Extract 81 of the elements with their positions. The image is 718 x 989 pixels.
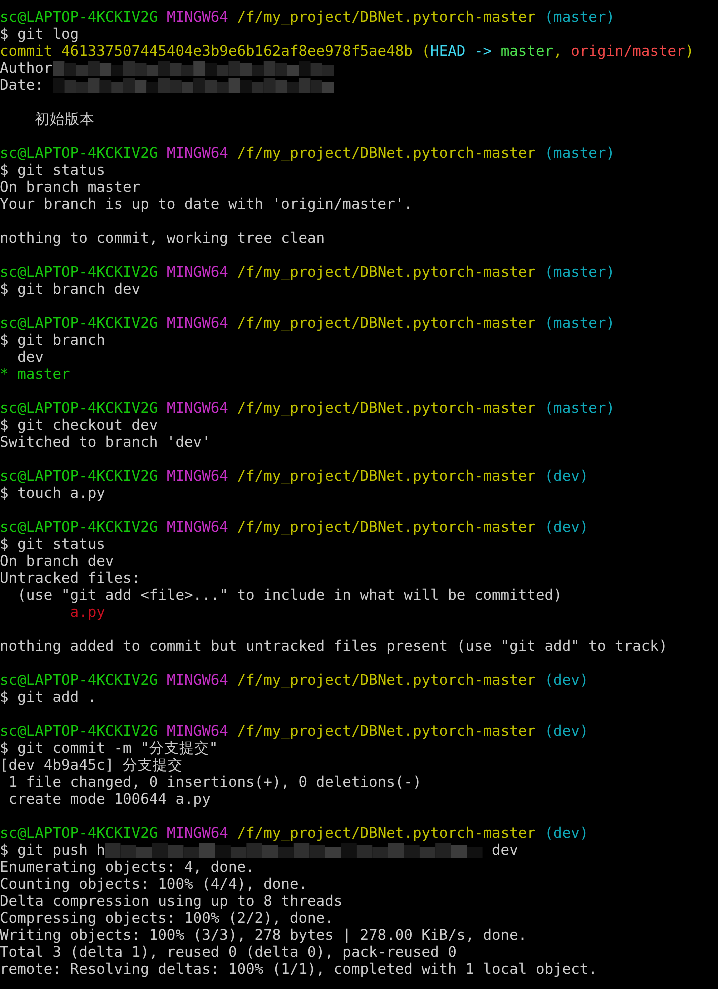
command-text: $ git checkout dev [0, 417, 158, 434]
prompt-path: /f/my_project/DBNet.pytorch-master [237, 825, 536, 842]
output-text: Total 3 (delta 1), reused 0 (delta 0), pack-reused 0 [0, 944, 457, 961]
prompt-path: /f/my_project/DBNet.pytorch-master [237, 519, 536, 536]
prompt-user-host: sc@LAPTOP-4KCKIV2G [0, 400, 158, 417]
output-text: Counting objects: 100% (4/4), done. [0, 876, 308, 893]
prompt-user-host: sc@LAPTOP-4KCKIV2G [0, 672, 158, 689]
prompt-user-host: sc@LAPTOP-4KCKIV2G [0, 723, 158, 740]
prompt-path: /f/my_project/DBNet.pytorch-master [237, 264, 536, 281]
prompt-system: MINGW64 [166, 672, 228, 689]
command-text: $ git push h [0, 842, 106, 859]
output-text: nothing added to commit but untracked files present (use "git add" to track) [0, 638, 668, 655]
output-text: Compressing objects: 100% (2/2), done. [0, 910, 334, 927]
prompt-path: /f/my_project/DBNet.pytorch-master [237, 400, 536, 417]
prompt-user-host: sc@LAPTOP-4KCKIV2G [0, 519, 158, 536]
command-text: $ git status [0, 536, 106, 553]
command-text: $ git add . [0, 689, 97, 706]
output-text: (use "git add <file>..." to include in what will be committed) [16, 587, 562, 604]
prompt-system: MINGW64 [166, 468, 228, 485]
current-branch-text: * master [0, 366, 70, 383]
head-ref-text: HEAD -> [430, 43, 494, 60]
output-text: Enumerating objects: 4, done. [0, 859, 255, 876]
prompt-system: MINGW64 [166, 145, 228, 162]
command-text: $ git log [0, 26, 80, 43]
commit-text: ) [685, 43, 694, 60]
command-text: $ git branch [0, 332, 106, 349]
prompt-branch: (master) [544, 9, 616, 26]
prompt-branch: (dev) [544, 519, 589, 536]
output-text: On branch dev [0, 553, 114, 570]
output-text: [dev 4b9a45c] 分支提交 [0, 757, 184, 774]
prompt-user-host: sc@LAPTOP-4KCKIV2G [0, 825, 158, 842]
output-text: 初始版本 [34, 111, 96, 128]
prompt-branch: (master) [544, 400, 616, 417]
prompt-path: /f/my_project/DBNet.pytorch-master [237, 468, 536, 485]
prompt-system: MINGW64 [166, 519, 228, 536]
prompt-path: /f/my_project/DBNet.pytorch-master [237, 145, 536, 162]
commit-text: commit 461337507445404e3b9e6b162af8ee978f5ae48b ( [0, 43, 431, 60]
prompt-system: MINGW64 [166, 315, 228, 332]
output-text: remote: Resolving deltas: 100% (1/1), completed with 1 local object. [0, 961, 598, 978]
command-text: $ git branch dev [0, 281, 141, 298]
prompt-system: MINGW64 [166, 400, 228, 417]
output-text: Your branch is up to date with 'origin/master'. [0, 196, 413, 213]
output-text: nothing to commit, working tree clean [0, 230, 326, 247]
prompt-path: /f/my_project/DBNet.pytorch-master [237, 9, 536, 26]
prompt-user-host: sc@LAPTOP-4KCKIV2G [0, 264, 158, 281]
prompt-user-host: sc@LAPTOP-4KCKIV2G [0, 145, 158, 162]
prompt-branch: (master) [544, 264, 616, 281]
output-text: dev [491, 842, 518, 859]
command-text: $ git commit -m "分支提交" [0, 740, 218, 757]
command-text: $ touch a.py [0, 485, 106, 502]
output-text: Author [0, 60, 53, 77]
output-text: Untracked files: [0, 570, 141, 587]
output-text: create mode 100644 a.py [8, 791, 211, 808]
commit-text: , [554, 43, 564, 60]
branch-ref-text: master [500, 43, 554, 60]
prompt-branch: (dev) [544, 723, 589, 740]
remote-ref-text: origin/master [571, 43, 686, 60]
output-text: On branch master [0, 179, 141, 196]
prompt-system: MINGW64 [166, 825, 228, 842]
output-text: Switched to branch 'dev' [0, 434, 211, 451]
prompt-user-host: sc@LAPTOP-4KCKIV2G [0, 315, 158, 332]
output-text: 1 file changed, 0 insertions(+), 0 deletions(-) [8, 774, 422, 791]
prompt-branch: (dev) [544, 468, 589, 485]
prompt-branch: (master) [544, 315, 616, 332]
command-text: $ git status [0, 162, 106, 179]
prompt-path: /f/my_project/DBNet.pytorch-master [237, 672, 536, 689]
prompt-system: MINGW64 [166, 264, 228, 281]
prompt-branch: (dev) [544, 825, 589, 842]
output-text: Date: [0, 77, 45, 94]
prompt-user-host: sc@LAPTOP-4KCKIV2G [0, 9, 158, 26]
output-text: Writing objects: 100% (3/3), 278 bytes | 278.00 KiB/s, done. [0, 927, 528, 944]
output-text: Delta compression using up to 8 threads [0, 893, 343, 910]
prompt-branch: (dev) [544, 672, 589, 689]
prompt-branch: (master) [544, 145, 616, 162]
prompt-path: /f/my_project/DBNet.pytorch-master [237, 315, 536, 332]
prompt-system: MINGW64 [166, 9, 228, 26]
prompt-path: /f/my_project/DBNet.pytorch-master [237, 723, 536, 740]
prompt-user-host: sc@LAPTOP-4KCKIV2G [0, 468, 158, 485]
prompt-system: MINGW64 [166, 723, 228, 740]
output-text: dev [16, 349, 44, 366]
untracked-file-text: a.py [69, 604, 106, 621]
